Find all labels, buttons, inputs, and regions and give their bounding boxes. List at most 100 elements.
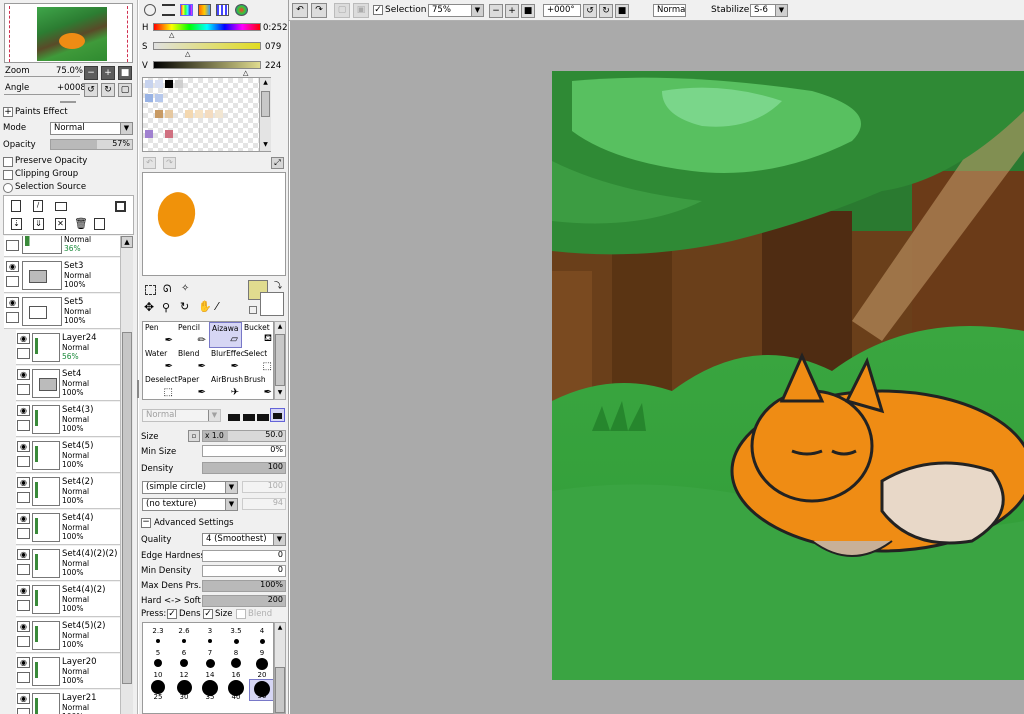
min-density-slider[interactable]: 0 [202, 565, 286, 577]
canvas-zoom-reset-button[interactable]: ■ [521, 4, 535, 18]
brush-size-option[interactable]: 2.3 [145, 623, 171, 635]
tool-blend[interactable]: Blend ✒ [176, 348, 209, 374]
tool-pen[interactable]: Pen ✒ [143, 322, 176, 348]
new-linework-layer-icon[interactable]: ∕ [33, 200, 43, 212]
zoom-out-button[interactable]: − [84, 66, 98, 80]
quality-select[interactable]: 4 (Smoothest) ▼ [202, 533, 286, 546]
brush-shape-strength[interactable]: 100 [242, 481, 286, 493]
brush-size-option[interactable]: 20 [249, 657, 273, 679]
layer-lock-checkbox[interactable] [6, 240, 19, 251]
invert-selection-icon[interactable]: ▣ [353, 3, 369, 18]
scroll-up-button[interactable]: ▲ [121, 236, 133, 248]
zoom-reset-button[interactable]: ■ [118, 66, 132, 80]
rotate-tool-icon[interactable]: ↻ [180, 300, 189, 313]
hue-slider[interactable] [153, 23, 261, 31]
brush-size-option[interactable]: 6 [171, 635, 197, 657]
visibility-eye-icon[interactable]: ◉ [17, 333, 30, 344]
hsv-slider-icon[interactable] [180, 4, 193, 16]
brush-size-option[interactable]: 12 [171, 657, 197, 679]
brush-size-option[interactable]: 3 [197, 623, 223, 635]
eyedropper-tool-icon[interactable]: ⁄ [216, 300, 218, 313]
navigator-preview[interactable] [4, 3, 133, 63]
brush-size-option[interactable]: 35 [197, 679, 223, 701]
saturation-slider-marker[interactable]: △ [185, 50, 190, 58]
layer-lock-checkbox[interactable] [17, 708, 30, 714]
visibility-eye-icon[interactable]: ◉ [17, 513, 30, 524]
visibility-eye-icon[interactable]: ◉ [17, 477, 30, 488]
magic-wand-tool-icon[interactable]: ✧ [181, 283, 189, 294]
press-dens-checkbox[interactable]: ✓ [167, 609, 177, 619]
brush-texture-strength[interactable]: 94 [242, 498, 286, 510]
visibility-eye-icon[interactable]: ◉ [17, 441, 30, 452]
swatch-scrollbar-thumb[interactable] [261, 91, 270, 117]
brush-shape-flat-icon[interactable] [270, 408, 285, 422]
tool-pencil[interactable]: Pencil ✏ [176, 322, 209, 348]
tool-water[interactable]: Water ✒ [143, 348, 176, 374]
press-blend-checkbox[interactable] [236, 609, 246, 619]
layer-lock-checkbox[interactable] [17, 564, 30, 575]
brush-size-option[interactable]: 4 [249, 623, 273, 635]
zoom-tool-icon[interactable]: ⚲ [162, 301, 170, 314]
layer-lock-checkbox[interactable] [17, 384, 30, 395]
visibility-eye-icon[interactable]: ◉ [17, 405, 30, 416]
transfer-down-icon[interactable]: ⇣ [11, 218, 22, 230]
tool-deselect[interactable]: Deselect ⬚ [143, 374, 178, 400]
scroll-up-button[interactable]: ▲ [275, 322, 285, 332]
hue-slider-marker[interactable]: △ [169, 31, 174, 39]
layer-row[interactable]: ◉Normal36% [4, 236, 132, 257]
brush-size-option[interactable]: 2.6 [171, 623, 197, 635]
swatches-icon[interactable] [216, 4, 229, 16]
undo-icon[interactable]: ↶ [292, 3, 308, 18]
collapse-icon[interactable]: − [141, 518, 151, 528]
brush-size-option[interactable]: 3.5 [223, 623, 249, 635]
layer-lock-checkbox[interactable] [17, 528, 30, 539]
canvas-workspace[interactable] [290, 21, 1024, 714]
size-grid-scrollbar[interactable]: ▲ [274, 622, 286, 714]
new-folder-icon[interactable] [55, 202, 67, 211]
layer-lock-checkbox[interactable] [17, 492, 30, 503]
size-scrollbar-thumb[interactable] [275, 667, 285, 713]
move-tool-icon[interactable]: ✥ [144, 300, 154, 314]
new-layer-icon[interactable] [11, 200, 21, 212]
canvas-zoom-select[interactable]: 75% ▼ [428, 4, 484, 17]
canvas-artwork[interactable] [552, 71, 1024, 680]
secondary-color-swatch[interactable] [260, 292, 284, 316]
layer-row[interactable]: ◉ Set4(4)(2)(2) Normal 100% [16, 546, 120, 581]
layer-lock-checkbox[interactable] [17, 456, 30, 467]
layer-lock-checkbox[interactable] [17, 600, 30, 611]
layer-row[interactable]: ◉ Set4(2) Normal 100% [16, 474, 120, 509]
undo-scratch-icon[interactable]: ↶ [143, 157, 156, 169]
rotate-reset-button[interactable]: ▢ [118, 83, 132, 97]
rotate-left-button[interactable]: ↺ [84, 83, 98, 97]
tool-bucket[interactable]: Bucket ⛾ [242, 322, 275, 348]
selection-rect-tool-icon[interactable] [145, 285, 156, 295]
redo-icon[interactable]: ↷ [311, 3, 327, 18]
layer-scrollbar[interactable]: ▲ [120, 236, 133, 714]
brush-shape-select[interactable]: (simple circle) ▼ [142, 481, 238, 494]
scratchpad-menu-icon[interactable]: ⤢ [271, 157, 284, 169]
selection-source-radio[interactable] [3, 183, 13, 193]
brush-shape-round-icon[interactable] [228, 409, 240, 421]
layer-row[interactable]: ◉ Set5 Normal 100% [4, 294, 132, 329]
tool-select[interactable]: Select ⬚ [242, 348, 275, 374]
scratchpad-icon[interactable] [235, 4, 248, 16]
saturation-slider[interactable] [153, 42, 261, 50]
visibility-eye-icon[interactable]: ◉ [17, 585, 30, 596]
canvas-flip-select[interactable]: Normal [653, 4, 686, 17]
layer-lock-checkbox[interactable] [17, 348, 30, 359]
clipping-group-checkbox[interactable] [3, 170, 13, 180]
tool-grid-scrollbar[interactable]: ▲ ▼ [274, 321, 286, 400]
min-size-slider[interactable]: 0% [202, 445, 286, 457]
layer-panel-menu-icon[interactable] [115, 201, 126, 212]
transparent-color-icon[interactable] [249, 306, 257, 314]
layer-opacity-slider[interactable]: 57% [50, 139, 133, 150]
brush-size-option[interactable]: 50 [249, 679, 273, 701]
rotate-canvas-reset-button[interactable]: ■ [615, 4, 629, 18]
brush-size-option[interactable]: 25 [145, 679, 171, 701]
paints-effect-expand-icon[interactable]: + [3, 107, 13, 117]
layer-scrollbar-thumb[interactable] [122, 332, 132, 684]
layer-row[interactable]: ◉ Layer20 Normal 100% [16, 654, 120, 689]
merge-down-icon[interactable]: ⇓ [33, 218, 44, 230]
angle-slider[interactable] [4, 94, 80, 97]
scroll-up-button[interactable]: ▲ [260, 78, 271, 88]
